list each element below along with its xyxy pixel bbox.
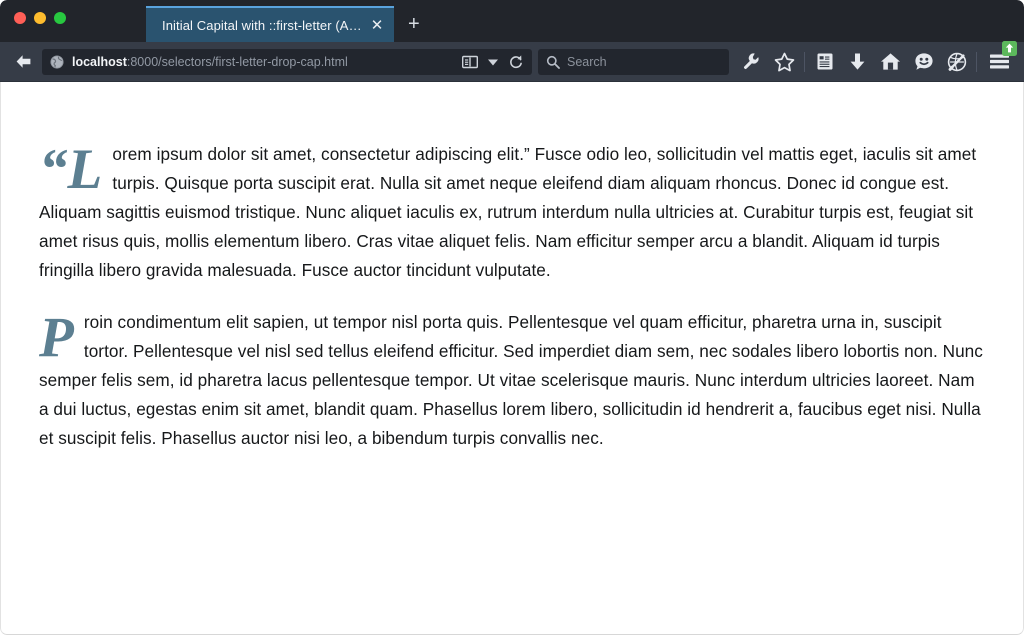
url-path: :8000/selectors/first-letter-drop-cap.ht…: [126, 54, 348, 69]
paragraph-2: Proin condimentum elit sapien, ut tempor…: [39, 308, 985, 453]
update-badge: [1002, 40, 1017, 56]
tab-list: Initial Capital with ::first-letter (A… …: [146, 0, 434, 42]
new-tab-button[interactable]: +: [394, 6, 434, 42]
star-glyph: [774, 52, 795, 71]
reader-view-glyph: [462, 55, 478, 68]
home-glyph: [881, 53, 900, 70]
search-bar[interactable]: Search: [538, 48, 729, 75]
tab-title: Initial Capital with ::first-letter (A…: [162, 17, 360, 33]
reading-list-glyph: [817, 53, 832, 70]
url-text: localhost:8000/selectors/first-letter-dr…: [72, 55, 454, 69]
paragraph-2-text: roin condimentum elit sapien, ut tempor …: [39, 312, 983, 448]
reload-glyph: [510, 54, 522, 68]
pocket-icon[interactable]: [940, 48, 973, 76]
browser-window: Initial Capital with ::first-letter (A… …: [0, 0, 1024, 635]
globe-favicon-icon: [50, 54, 64, 69]
download-icon[interactable]: [841, 48, 874, 76]
star-icon[interactable]: [768, 48, 801, 76]
page-viewport: “L orem ipsum dolor sit amet, consectetur…: [0, 82, 1024, 635]
tab-strip: Initial Capital with ::first-letter (A… …: [0, 0, 1024, 42]
url-host: localhost: [72, 54, 127, 69]
toolbar-separator-2: [976, 51, 977, 72]
menu-button[interactable]: [982, 40, 1017, 76]
drop-cap-1: “L: [39, 138, 103, 201]
smiley-glyph: [914, 53, 933, 70]
search-icon: [546, 55, 560, 69]
chevron-down-glyph: [488, 59, 498, 65]
page-body: “L orem ipsum dolor sit amet, consectetur…: [1, 82, 1023, 453]
url-bar-actions: [454, 52, 526, 72]
wrench-icon[interactable]: [735, 48, 768, 76]
zoom-window-button[interactable]: [54, 12, 66, 24]
chevron-down-icon[interactable]: [483, 52, 503, 72]
smiley-icon[interactable]: [907, 48, 940, 76]
reload-icon[interactable]: [506, 52, 526, 72]
toolbar-icons: [735, 40, 1017, 76]
reading-list-icon[interactable]: [808, 48, 841, 76]
wrench-glyph: [744, 53, 759, 69]
paragraph-1-text: orem ipsum dolor sit amet, consectetur a…: [39, 144, 977, 280]
drop-cap-2: P: [39, 306, 74, 369]
window-controls: [14, 12, 66, 24]
tab-active[interactable]: Initial Capital with ::first-letter (A… …: [146, 6, 394, 42]
back-button[interactable]: [8, 49, 38, 75]
home-icon[interactable]: [874, 48, 907, 76]
download-glyph: [850, 53, 865, 70]
navigation-toolbar: localhost:8000/selectors/first-letter-dr…: [0, 40, 1024, 82]
hamburger-menu-icon: [989, 54, 1009, 69]
search-placeholder: Search: [567, 54, 607, 69]
paragraph-1: “L orem ipsum dolor sit amet, consectetur…: [39, 140, 985, 285]
pocket-glyph: [947, 52, 966, 71]
up-arrow-icon: [1005, 43, 1014, 53]
toolbar-separator: [804, 51, 805, 72]
close-window-button[interactable]: [14, 12, 26, 24]
close-tab-icon[interactable]: ✕: [370, 18, 384, 33]
minimize-window-button[interactable]: [34, 12, 46, 24]
back-arrow-icon: [16, 55, 30, 68]
url-bar[interactable]: localhost:8000/selectors/first-letter-dr…: [42, 48, 532, 75]
reader-view-icon[interactable]: [460, 52, 480, 72]
